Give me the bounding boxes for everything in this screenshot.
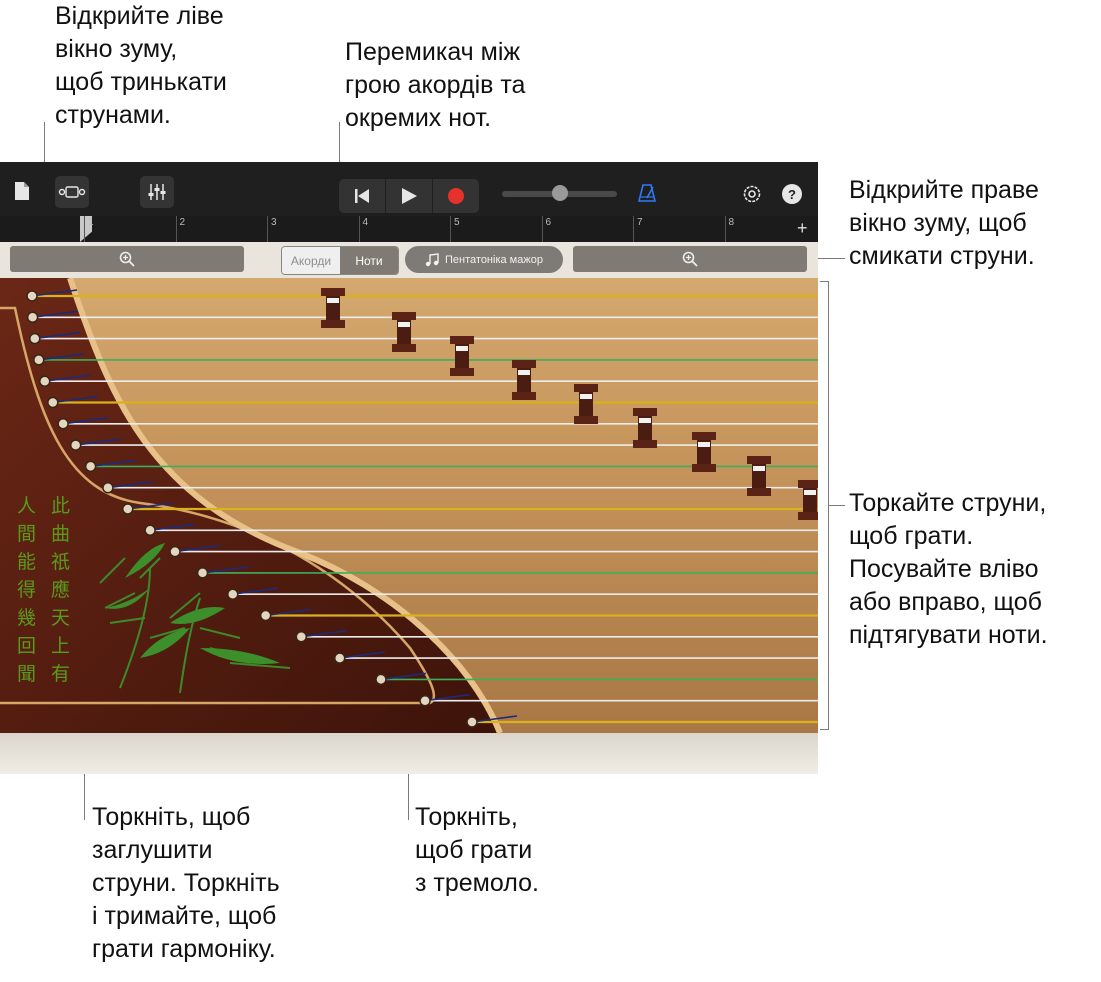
volume-knob[interactable] (552, 185, 568, 201)
tuning-peg (122, 503, 134, 515)
tuning-peg (84, 460, 97, 473)
tuning-peg (57, 418, 69, 430)
leader-tremolo (408, 774, 409, 820)
zoom-icon (682, 251, 698, 267)
tuning-peg (295, 631, 308, 643)
tuning-peg (47, 396, 59, 409)
guzheng-instrument: 此曲祇應天上有 人間能得幾回聞 (0, 277, 818, 774)
tuning-peg (144, 524, 156, 537)
tuning-peg (227, 588, 239, 600)
callout-strings: Торкайте струни, щоб грати. Посувайте вл… (849, 489, 1048, 649)
record-icon (448, 188, 464, 204)
tuning-peg (33, 354, 45, 366)
help-button[interactable]: ? (782, 184, 802, 204)
zoom-icon (119, 251, 135, 267)
ruler-tick-label: 2 (179, 217, 186, 228)
timeline-ruler[interactable]: 1 2 3 4 5 6 7 8 + (0, 216, 818, 242)
poem-column-left: 人間能得幾回聞 (17, 495, 37, 685)
ruler-tick-label: 3 (271, 217, 277, 228)
record-button[interactable] (433, 179, 479, 213)
right-zoom-strip[interactable] (573, 246, 807, 272)
help-icon: ? (788, 186, 796, 202)
tuning-peg (26, 290, 38, 302)
instrument-controls: Акорди Ноти Пентатоніка мажор (0, 242, 818, 278)
scale-button[interactable]: Пентатоніка мажор (405, 246, 563, 273)
add-section-button[interactable]: + (797, 218, 808, 239)
tuning-peg (259, 609, 272, 622)
document-icon[interactable] (12, 180, 32, 202)
tuning-peg (419, 694, 431, 707)
tuning-peg (39, 375, 51, 387)
tuning-peg (69, 439, 82, 451)
toolbar: ? (0, 162, 818, 216)
ruler-tick (84, 216, 85, 242)
ruler-tick (633, 216, 634, 242)
view-toggle-icon (58, 186, 86, 198)
tuning-peg (26, 311, 39, 324)
leader-strings-tick (829, 505, 845, 506)
mixer-button[interactable] (140, 176, 174, 208)
ruler-tick (358, 216, 360, 242)
ruler-tick (267, 216, 268, 242)
settings-icon (743, 185, 761, 203)
guzheng-body (0, 277, 818, 774)
leader-strings-bracket-b (820, 729, 829, 730)
play-icon (402, 188, 417, 204)
ruler-tick (175, 216, 177, 242)
ruler-tick-label: 7 (637, 217, 643, 228)
master-volume-slider[interactable] (502, 185, 617, 201)
ruler-tick-label: 8 (728, 217, 735, 228)
chords-notes-switch: Акорди Ноти (281, 246, 399, 275)
notes-segment[interactable]: Ноти (340, 247, 398, 274)
tuning-peg (102, 481, 114, 494)
callout-right-zoom: Відкрийте праве вікно зуму, щоб смикати … (849, 176, 1039, 270)
metronome-icon (638, 184, 656, 202)
callout-left-zoom: Відкрийте ліве вікно зуму, щоб тринькати… (55, 2, 227, 129)
metronome-button[interactable] (636, 182, 658, 204)
rewind-button[interactable] (339, 179, 386, 213)
ruler-tick-label: 1 (88, 217, 94, 228)
ruler-tick-label: 5 (454, 217, 460, 228)
ruler-tick (724, 216, 726, 242)
ruler-tick-label: 6 (545, 217, 552, 228)
poem-column-right: 此曲祇應天上有 (51, 495, 71, 685)
tuning-peg (466, 716, 478, 728)
scale-label: Пентатоніка мажор (445, 253, 543, 266)
ruler-tick (450, 216, 451, 242)
settings-button[interactable] (740, 182, 764, 206)
music-note-icon (425, 252, 439, 266)
tuning-peg (29, 332, 41, 345)
callout-mute: Торкніть, щоб заглушити струни. Торкніть… (92, 803, 280, 963)
transport-controls (339, 179, 479, 213)
chords-segment[interactable]: Акорди (282, 247, 340, 274)
tuning-peg (169, 545, 181, 558)
rewind-icon (355, 189, 369, 203)
play-button[interactable] (386, 179, 433, 213)
callout-tremolo: Торкніть, щоб грати з тремоло. (415, 803, 539, 897)
ruler-tick (541, 216, 543, 242)
ruler-tick-label: 4 (362, 217, 369, 228)
tuning-peg (375, 673, 387, 686)
garageband-app: ? 12345678 + Акорди Ноти Пентатоніка маж… (0, 162, 818, 774)
tuning-peg (196, 567, 209, 579)
tuning-peg (333, 652, 346, 664)
left-zoom-strip[interactable] (10, 246, 244, 272)
view-toggle-button[interactable] (55, 176, 89, 208)
callout-mode-switch: Перемикач між грою акордів та окремих но… (345, 38, 526, 132)
mixer-icon (148, 184, 166, 200)
